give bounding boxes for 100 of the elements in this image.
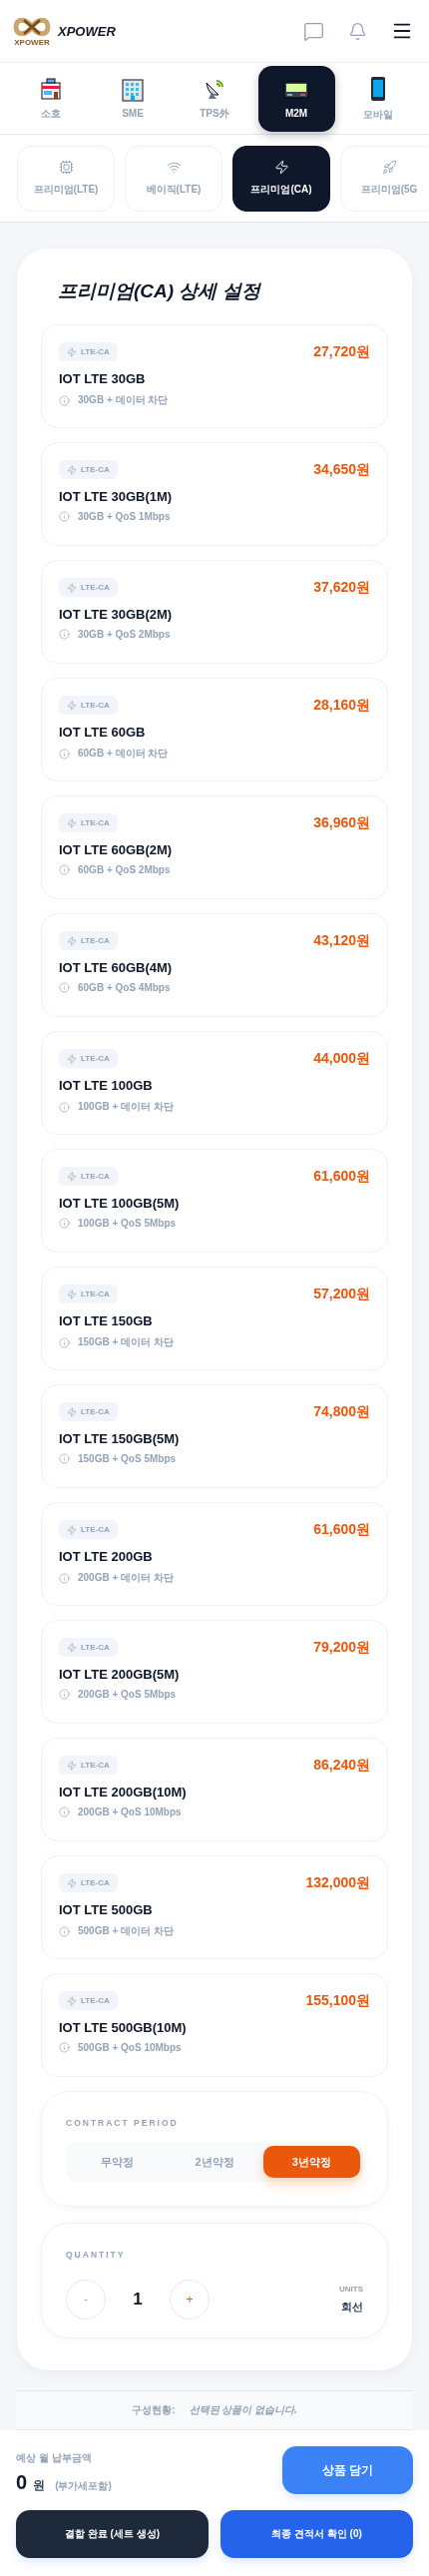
store-icon [39,76,63,101]
plan-name: IOT LTE 500GB(10M) [59,2020,188,2035]
network-badge: LTE-CA [59,1285,118,1303]
info-icon [59,1925,70,1937]
plan-price: 79,200원 [313,1638,370,1657]
plan-name: IOT LTE 500GB [59,1902,154,1917]
category-tab[interactable]: M2M [257,65,335,132]
info-icon [59,1689,70,1700]
plan-detail: 60GB + 데이터 차단 [78,747,169,761]
plan-detail: 100GB + 데이터 차단 [78,1100,174,1114]
contract-option[interactable]: 3년약정 [262,2146,360,2178]
plan-detail: 30GB + QoS 1Mbps [78,511,171,522]
plan-card[interactable]: LTE-CA 44,000원 IOT LTE 100GB 100GB + 데이터 차단 [41,1031,388,1135]
add-to-cart-button[interactable]: 상품 담기 [282,2446,413,2494]
plan-type-tab[interactable]: 프리미엄(CA) [232,145,330,212]
plan-detail: 150GB + QoS 5Mbps [78,1453,177,1464]
info-icon [59,1453,70,1464]
network-badge: LTE-CA [59,813,118,832]
plan-detail: 200GB + 데이터 차단 [78,1571,174,1585]
plan-price: 44,000원 [313,1049,370,1068]
office-building-icon [121,78,145,103]
plan-card[interactable]: LTE-CA 155,100원 IOT LTE 500GB(10M) 500GB + QoS 10Mbps [41,1973,388,2077]
plan-name: IOT LTE 200GB(5M) [59,1667,181,1682]
increase-button[interactable]: + [170,2280,210,2319]
info-icon [59,1572,70,1584]
plan-price: 36,960원 [313,813,370,832]
plan-detail: 60GB + QoS 4Mbps [78,982,171,993]
plan-detail: 500GB + 데이터 차단 [78,1924,174,1938]
plan-price: 37,620원 [313,578,370,597]
plan-name: IOT LTE 100GB(5M) [59,1196,181,1211]
network-badge: LTE-CA [59,1402,118,1421]
plan-card[interactable]: LTE-CA 132,000원 IOT LTE 500GB 500GB + 데이터 차단 [41,1855,388,1959]
plan-name: IOT LTE 60GB(4M) [59,960,174,975]
plan-name: IOT LTE 200GB(10M) [59,1785,188,1800]
plan-name: IOT LTE 150GB [59,1313,154,1328]
info-icon [59,394,70,406]
plan-detail: 200GB + QoS 10Mbps [78,1806,182,1817]
network-badge: LTE-CA [59,578,118,597]
chat-button[interactable] [303,20,324,42]
network-badge: LTE-CA [59,1638,118,1657]
logo-caption: XPOWER [14,38,50,47]
plan-card[interactable]: LTE-CA 86,240원 IOT LTE 200GB(10M) 200GB + QoS 10Mbps [41,1738,388,1841]
plan-card[interactable]: LTE-CA 36,960원 IOT LTE 60GB(2M) 60GB + QoS 2Mbps [41,795,388,899]
plan-name: IOT LTE 30GB(1M) [59,489,174,504]
plan-price: 74,800원 [313,1402,370,1421]
network-badge: LTE-CA [59,1873,118,1892]
network-badge: LTE-CA [59,696,118,715]
total-label: 예상 월 납부금액 [16,2451,92,2463]
currency-label: 원 [33,2476,46,2494]
quantity-value: 1 [132,2290,144,2310]
network-badge: LTE-CA [59,460,118,479]
notification-button[interactable] [348,21,367,41]
info-icon [59,748,70,760]
info-icon [59,1218,70,1229]
info-icon [59,1806,70,1817]
plan-price: 28,160원 [313,696,370,715]
plan-name: IOT LTE 30GB [59,371,147,386]
plan-card[interactable]: LTE-CA 57,200원 IOT LTE 150GB 150GB + 데이터 차단 [41,1267,388,1370]
plan-card[interactable]: LTE-CA 61,600원 IOT LTE 200GB 200GB + 데이터 차단 [41,1502,388,1606]
plan-detail: 150GB + 데이터 차단 [78,1335,174,1349]
plan-card[interactable]: LTE-CA 27,720원 IOT LTE 30GB 30GB + 데이터 차단 [41,324,388,428]
plan-detail: 200GB + QoS 5Mbps [78,1689,177,1700]
plan-price: 155,100원 [305,1991,370,2010]
info-icon [59,982,70,993]
plan-name: IOT LTE 100GB [59,1078,154,1093]
rocket-icon [381,160,397,176]
status-label: 구성현황: [132,2403,176,2417]
plan-card[interactable]: LTE-CA 43,120원 IOT LTE 60GB(4M) 60GB + QoS 4Mbps [41,913,388,1017]
plan-card[interactable]: LTE-CA 34,650원 IOT LTE 30GB(1M) 30GB + QoS 1Mbps [41,442,388,546]
plan-card[interactable]: LTE-CA 79,200원 IOT LTE 200GB(5M) 200GB + QoS 5Mbps [41,1620,388,1724]
plan-name: IOT LTE 60GB [59,725,147,740]
plan-price: 86,240원 [313,1756,370,1775]
plan-name: IOT LTE 60GB(2M) [59,842,174,857]
plan-price: 132,000원 [305,1873,370,1892]
plan-card[interactable]: LTE-CA 61,600원 IOT LTE 100GB(5M) 100GB + QoS 5Mbps [41,1149,388,1253]
info-icon [59,864,70,875]
info-icon [59,1336,70,1348]
network-badge: LTE-CA [59,342,118,361]
plan-card[interactable]: LTE-CA 74,800원 IOT LTE 150GB(5M) 150GB + QoS 5Mbps [41,1384,388,1488]
final-quote-button[interactable]: 최종 견적서 확인 (0) [220,2510,413,2558]
plan-card[interactable]: LTE-CA 37,620원 IOT LTE 30GB(2M) 30GB + QoS 2Mbps [41,560,388,664]
combine-button[interactable]: 결합 완료 (세트 생성) [16,2510,209,2558]
network-badge: LTE-CA [59,1520,118,1539]
plan-name: IOT LTE 150GB(5M) [59,1431,181,1446]
brand-name: XPOWER [58,23,116,39]
plan-detail: 30GB + QoS 2Mbps [78,629,171,640]
plan-detail: 500GB + QoS 10Mbps [78,2042,182,2053]
plan-price: 57,200원 [313,1285,370,1303]
network-badge: LTE-CA [59,1049,118,1068]
network-badge: LTE-CA [59,1991,118,2010]
info-icon [59,1101,70,1113]
units-label: UNITS [339,2285,363,2294]
plan-price: 27,720원 [313,342,370,361]
plan-card[interactable]: LTE-CA 28,160원 IOT LTE 60GB 60GB + 데이터 차단 [41,678,388,781]
wifi-icon [166,160,182,176]
units-value: 회선 [341,2300,363,2315]
plan-price: 43,120원 [313,931,370,950]
info-icon [59,629,70,640]
info-icon [59,2042,70,2053]
vat-note: (부가세포함) [55,2478,112,2493]
